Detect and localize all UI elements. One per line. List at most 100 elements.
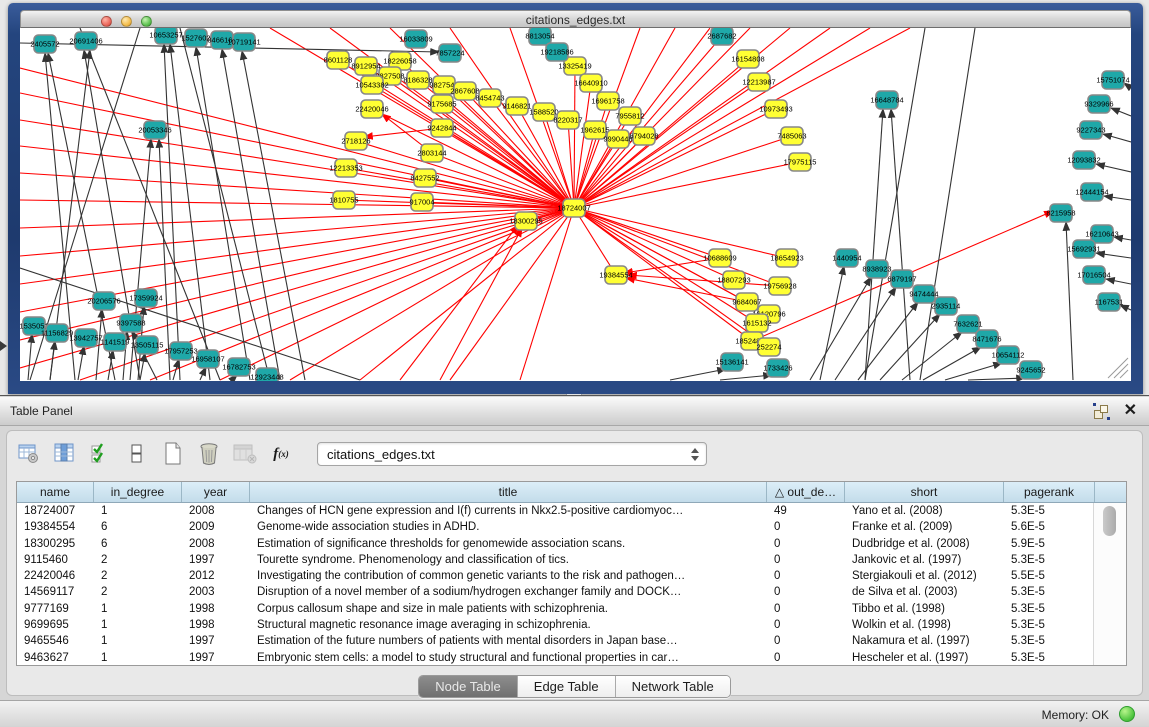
table-row[interactable]: 2242004622012Investigating the contribut… — [17, 568, 1126, 584]
graph-node[interactable]: 2718126 — [341, 132, 370, 150]
table-row[interactable]: 1872400712008Changes of HCN gene express… — [17, 503, 1126, 519]
graph-node[interactable]: 19756928 — [763, 277, 796, 295]
graph-node[interactable]: 7857224 — [435, 44, 464, 62]
table-cell[interactable]: 2 — [94, 552, 182, 568]
row-options-button[interactable] — [125, 442, 149, 466]
table-cell[interactable]: 9699695 — [17, 617, 94, 633]
table-cell[interactable]: Estimation of the future numbers of pati… — [250, 633, 767, 649]
graph-node[interactable]: 8186328 — [403, 71, 432, 89]
graph-node[interactable]: 8454743 — [475, 89, 504, 107]
table-cell[interactable]: 22420046 — [17, 568, 94, 584]
table-cell[interactable]: 0 — [767, 552, 845, 568]
graph-node[interactable]: 7485063 — [777, 127, 806, 145]
table-cell[interactable]: Genome-wide association studies in ADHD. — [250, 519, 767, 535]
graph-node[interactable]: 252274 — [756, 338, 781, 356]
graph-node[interactable]: 10653257 — [149, 28, 182, 44]
table-cell[interactable]: 9115460 — [17, 552, 94, 568]
table-row[interactable]: 946362711997Embryonic stem cells: a mode… — [17, 650, 1126, 666]
table-cell[interactable]: 1 — [94, 503, 182, 519]
graph-node[interactable]: 16648784 — [870, 91, 903, 109]
table-cell[interactable]: 18724007 — [17, 503, 94, 519]
tab-network-table[interactable]: Network Table — [616, 676, 730, 697]
table-cell[interactable]: Stergiakouli et al. (2012) — [845, 568, 1004, 584]
table-cell[interactable]: 0 — [767, 650, 845, 666]
table-cell[interactable]: Changes of HCN gene expression and I(f) … — [250, 503, 767, 519]
vertical-scrollbar[interactable] — [1093, 503, 1126, 665]
table-cell[interactable]: 1997 — [182, 633, 250, 649]
graph-node[interactable]: 9990448 — [603, 130, 632, 148]
table-cell[interactable]: 5.3E-5 — [1004, 617, 1095, 633]
table-cell[interactable]: 19384554 — [17, 519, 94, 535]
table-row[interactable]: 946554611997Estimation of the future num… — [17, 633, 1126, 649]
graph-node[interactable]: 20691406 — [69, 32, 102, 50]
graph-node[interactable]: 11156829 — [41, 324, 73, 342]
table-cell[interactable]: 0 — [767, 519, 845, 535]
graph-node[interactable]: 15136141 — [715, 353, 748, 371]
table-cell[interactable]: Investigating the contribution of common… — [250, 568, 767, 584]
table-row[interactable]: 911546021997Tourette syndrome. Phenomeno… — [17, 552, 1126, 568]
table-cell[interactable]: 9465546 — [17, 633, 94, 649]
graph-node[interactable]: 13942757 — [69, 329, 102, 347]
table-cell[interactable]: 0 — [767, 568, 845, 584]
table-cell[interactable]: 0 — [767, 584, 845, 600]
column-header-short[interactable]: short — [845, 482, 1004, 502]
graph-node[interactable]: 19384554 — [599, 266, 632, 284]
table-cell[interactable]: 2003 — [182, 584, 250, 600]
table-cell[interactable]: 0 — [767, 633, 845, 649]
table-cell[interactable]: 5.3E-5 — [1004, 503, 1095, 519]
table-cell[interactable]: 2012 — [182, 568, 250, 584]
graph-node[interactable]: 6794028 — [629, 127, 658, 145]
table-cell[interactable]: Wolkin et al. (1998) — [845, 617, 1004, 633]
table-cell[interactable]: 5.6E-5 — [1004, 519, 1095, 535]
table-row[interactable]: 1830029562008Estimation of significance … — [17, 536, 1126, 552]
table-row[interactable]: 1456911722003Disruption of a novel membe… — [17, 584, 1126, 600]
graph-node[interactable]: 17359924 — [129, 289, 162, 307]
table-cell[interactable]: 1 — [94, 633, 182, 649]
graph-node[interactable]: 9242844 — [427, 119, 456, 137]
graph-node[interactable]: 9175685 — [427, 95, 456, 113]
graph-node[interactable]: 2687682 — [707, 28, 736, 45]
table-options-button[interactable] — [17, 442, 41, 466]
graph-node[interactable]: 18807293 — [717, 271, 750, 289]
table-cell[interactable]: Corpus callosum shape and size in male p… — [250, 601, 767, 617]
memory-status-indicator[interactable] — [1119, 706, 1135, 722]
table-cell[interactable]: 0 — [767, 536, 845, 552]
table-row[interactable]: 977716911998Corpus callosum shape and si… — [17, 601, 1126, 617]
table-cell[interactable]: 0 — [767, 617, 845, 633]
graph-node[interactable]: 2405572 — [30, 35, 59, 53]
table-cell[interactable]: Hescheler et al. (1997) — [845, 650, 1004, 666]
graph-node[interactable]: 13505115 — [131, 336, 164, 354]
graph-node[interactable]: 7955812 — [615, 107, 644, 125]
function-builder-button[interactable]: f(x) — [269, 442, 293, 466]
table-cell[interactable]: 2008 — [182, 503, 250, 519]
table-cell[interactable]: Dudbridge et al. (2008) — [845, 536, 1004, 552]
graph-node[interactable]: 10688609 — [703, 249, 736, 267]
graph-node[interactable]: 16033809 — [399, 30, 432, 48]
show-columns-button[interactable] — [53, 442, 77, 466]
table-cell[interactable]: Estimation of significance thresholds fo… — [250, 536, 767, 552]
table-cell[interactable]: 18300295 — [17, 536, 94, 552]
graph-node[interactable]: 16961758 — [591, 92, 624, 110]
graph-node[interactable]: 1810755 — [329, 191, 358, 209]
tab-edge-table[interactable]: Edge Table — [518, 676, 616, 697]
network-canvas[interactable]: 1872400718300295860112889129541822605898… — [20, 28, 1131, 381]
table-cell[interactable]: 1998 — [182, 601, 250, 617]
graph-node[interactable]: 1167531 — [1095, 293, 1124, 311]
column-header-in_degree[interactable]: in_degree — [94, 482, 182, 502]
graph-node[interactable]: 9146821 — [502, 97, 531, 115]
table-cell[interactable]: 5.3E-5 — [1004, 584, 1095, 600]
graph-node[interactable]: 2803144 — [417, 144, 446, 162]
column-header-out_de[interactable]: △ out_de… — [767, 482, 845, 502]
table-cell[interactable]: Jankovic et al. (1997) — [845, 552, 1004, 568]
table-cell[interactable]: de Silva et al. (2003) — [845, 584, 1004, 600]
table-cell[interactable]: 5.3E-5 — [1004, 552, 1095, 568]
graph-node[interactable]: 9397588 — [116, 314, 145, 332]
table-cell[interactable]: Franke et al. (2009) — [845, 519, 1004, 535]
table-cell[interactable]: 6 — [94, 536, 182, 552]
network-table-selector[interactable]: citations_edges.txt — [317, 442, 707, 466]
graph-node[interactable]: 15751074 — [1096, 71, 1129, 89]
graph-node[interactable]: 917004 — [409, 193, 434, 211]
column-header-pagerank[interactable]: pagerank — [1004, 482, 1095, 502]
table-cell[interactable]: 5.5E-5 — [1004, 568, 1095, 584]
graph-node[interactable]: 1440954 — [832, 249, 861, 267]
